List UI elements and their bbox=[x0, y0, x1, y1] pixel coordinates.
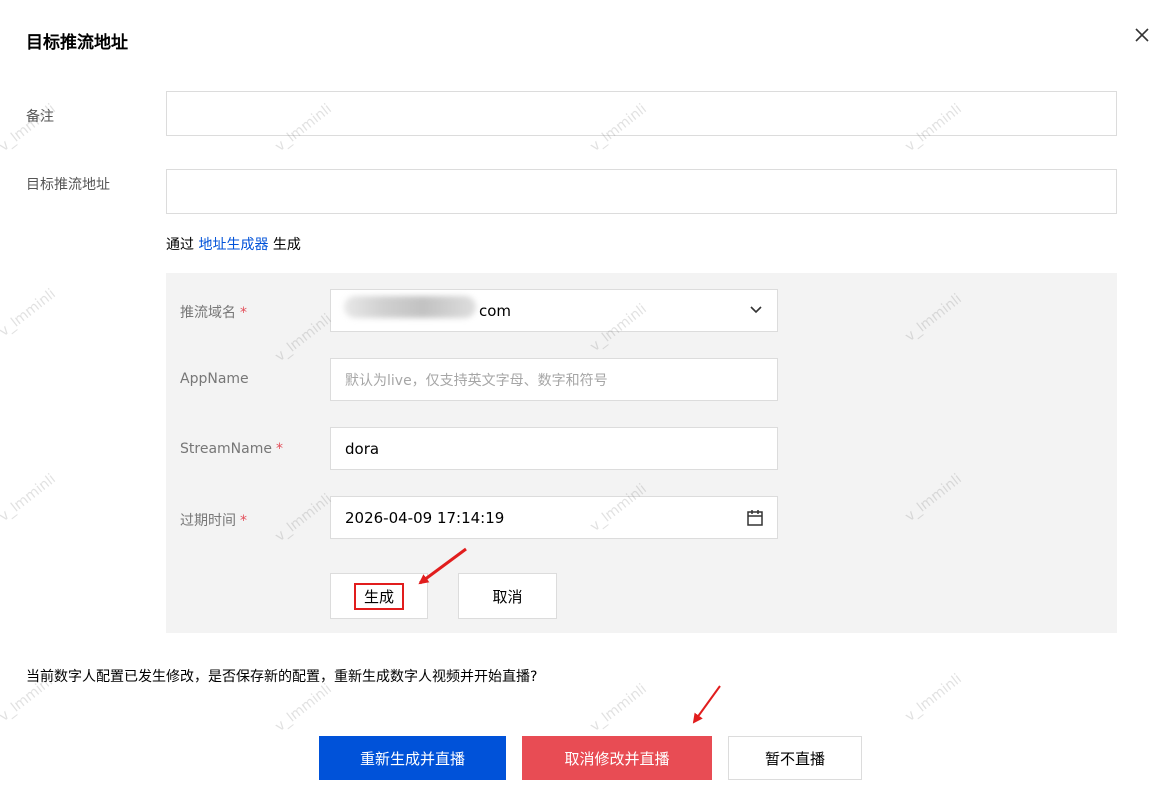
streamname-label: StreamName * bbox=[180, 441, 283, 457]
watermark: v_lmminli bbox=[902, 671, 965, 725]
watermark: v_lmminli bbox=[272, 681, 335, 735]
not-live-button[interactable]: 暂不直播 bbox=[728, 736, 862, 780]
regenerate-and-live-button[interactable]: 重新生成并直播 bbox=[319, 736, 506, 780]
target-address-input[interactable] bbox=[166, 169, 1117, 214]
calendar-icon[interactable] bbox=[745, 508, 765, 528]
cancel-button[interactable]: 取消 bbox=[458, 573, 557, 619]
streamname-value: dora bbox=[345, 439, 380, 458]
push-domain-label: 推流域名 * bbox=[180, 302, 247, 322]
change-notice: 当前数字人配置已发生修改，是否保存新的配置，重新生成数字人视频并开始直播? bbox=[26, 669, 538, 685]
push-domain-value: com bbox=[479, 301, 512, 320]
remark-input[interactable] bbox=[166, 91, 1117, 136]
required-mark: * bbox=[275, 441, 283, 457]
dialog-title: 目标推流地址 bbox=[26, 33, 128, 53]
cancel-changes-and-live-button[interactable]: 取消修改并直播 bbox=[522, 736, 712, 780]
push-domain-label-text: 推流域名 bbox=[180, 305, 236, 321]
watermark: v_lmminli bbox=[587, 681, 650, 735]
appname-label: AppName bbox=[180, 371, 249, 387]
streamname-input[interactable]: dora bbox=[330, 427, 778, 470]
generator-suffix: 生成 bbox=[272, 237, 301, 253]
expire-time-label: 过期时间 * bbox=[180, 510, 247, 530]
streamname-label-text: StreamName bbox=[180, 441, 272, 457]
push-address-dialog: 目标推流地址 备注 目标推流地址 通过 地址生成器 生成 推流域名 * com A… bbox=[0, 0, 1164, 807]
appname-input[interactable]: 默认为live，仅支持英文字母、数字和符号 bbox=[330, 358, 778, 401]
chevron-down-icon[interactable] bbox=[748, 303, 764, 317]
required-mark: * bbox=[240, 305, 247, 321]
expire-time-label-text: 过期时间 bbox=[180, 513, 236, 529]
expire-time-value: 2026-04-09 17:14:19 bbox=[345, 508, 505, 527]
remark-label: 备注 bbox=[26, 109, 54, 125]
watermark: v_lmminli bbox=[0, 286, 59, 340]
redacted-domain bbox=[344, 296, 476, 318]
arrow-to-cancel-changes-icon bbox=[692, 685, 721, 724]
generate-button-label: 生成 bbox=[353, 582, 404, 610]
target-address-label: 目标推流地址 bbox=[26, 177, 110, 193]
generator-prefix: 通过 bbox=[166, 237, 194, 253]
generate-button[interactable]: 生成 bbox=[330, 573, 428, 619]
required-mark: * bbox=[240, 513, 247, 529]
watermark: v_lmminli bbox=[0, 471, 59, 525]
address-generator-link[interactable]: 地址生成器 bbox=[198, 237, 268, 253]
generator-hint: 通过 地址生成器 生成 bbox=[166, 234, 301, 254]
close-icon[interactable] bbox=[1131, 24, 1153, 46]
expire-time-input[interactable]: 2026-04-09 17:14:19 bbox=[330, 496, 778, 539]
appname-placeholder: 默认为live，仅支持英文字母、数字和符号 bbox=[345, 372, 608, 389]
